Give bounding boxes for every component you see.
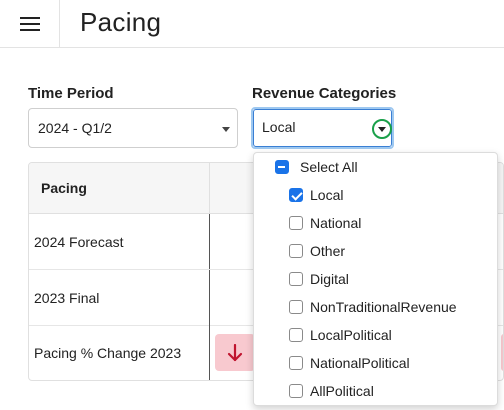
option-label: NonTraditionalRevenue xyxy=(310,299,457,315)
top-bar: Pacing xyxy=(0,0,504,48)
checkbox-icon[interactable] xyxy=(289,356,303,370)
time-period-value: 2024 - Q1/2 xyxy=(38,120,112,136)
option-label: Local xyxy=(310,187,344,203)
option-label: National xyxy=(310,215,362,231)
checkbox-icon[interactable] xyxy=(289,216,303,230)
option-local[interactable]: Local xyxy=(254,181,497,209)
option-localpolitical[interactable]: LocalPolitical xyxy=(254,321,497,349)
checkbox-indeterminate-icon[interactable] xyxy=(275,160,289,174)
option-other[interactable]: Other xyxy=(254,237,497,265)
checkbox-icon[interactable] xyxy=(289,272,303,286)
option-allpolitical[interactable]: AllPolitical xyxy=(254,377,497,405)
option-label: LocalPolitical xyxy=(310,327,392,343)
option-nationalpolitical[interactable]: NationalPolitical xyxy=(254,349,497,377)
time-period-label: Time Period xyxy=(28,85,114,102)
dropdown-toggle-icon[interactable] xyxy=(372,119,392,139)
checkbox-icon[interactable] xyxy=(289,300,303,314)
row-label: Pacing % Change 2023 xyxy=(34,345,182,361)
checkbox-icon[interactable] xyxy=(289,328,303,342)
option-label: Digital xyxy=(310,271,349,287)
checkbox-icon[interactable] xyxy=(289,244,303,258)
select-all-option[interactable]: Select All xyxy=(254,153,497,181)
checkbox-checked-icon[interactable] xyxy=(289,188,303,202)
revenue-categories-select[interactable]: Local xyxy=(251,107,394,149)
revenue-categories-label: Revenue Categories xyxy=(252,85,397,102)
option-label: Other xyxy=(310,243,346,259)
checkbox-icon[interactable] xyxy=(289,384,303,398)
option-label: Select All xyxy=(300,159,358,175)
page-title: Pacing xyxy=(80,7,162,37)
option-digital[interactable]: Digital xyxy=(254,265,497,293)
table-header-pacing: Pacing xyxy=(41,180,87,196)
time-period-select[interactable]: 2024 - Q1/2 xyxy=(28,108,238,148)
caret-down-icon xyxy=(222,127,230,132)
hamburger-menu-button[interactable] xyxy=(0,0,60,48)
revenue-categories-dropdown: Select All Local National Other Digital … xyxy=(253,152,498,406)
row-label: 2024 Forecast xyxy=(34,234,124,250)
decrease-indicator xyxy=(215,334,255,371)
row-label: 2023 Final xyxy=(34,290,100,306)
option-label: NationalPolitical xyxy=(310,355,410,371)
arrow-down-icon xyxy=(227,343,243,361)
option-label: AllPolitical xyxy=(310,383,374,399)
option-nontraditionalrevenue[interactable]: NonTraditionalRevenue xyxy=(254,293,497,321)
revenue-categories-value: Local xyxy=(262,119,296,135)
option-national[interactable]: National xyxy=(254,209,497,237)
hamburger-icon xyxy=(19,17,40,31)
